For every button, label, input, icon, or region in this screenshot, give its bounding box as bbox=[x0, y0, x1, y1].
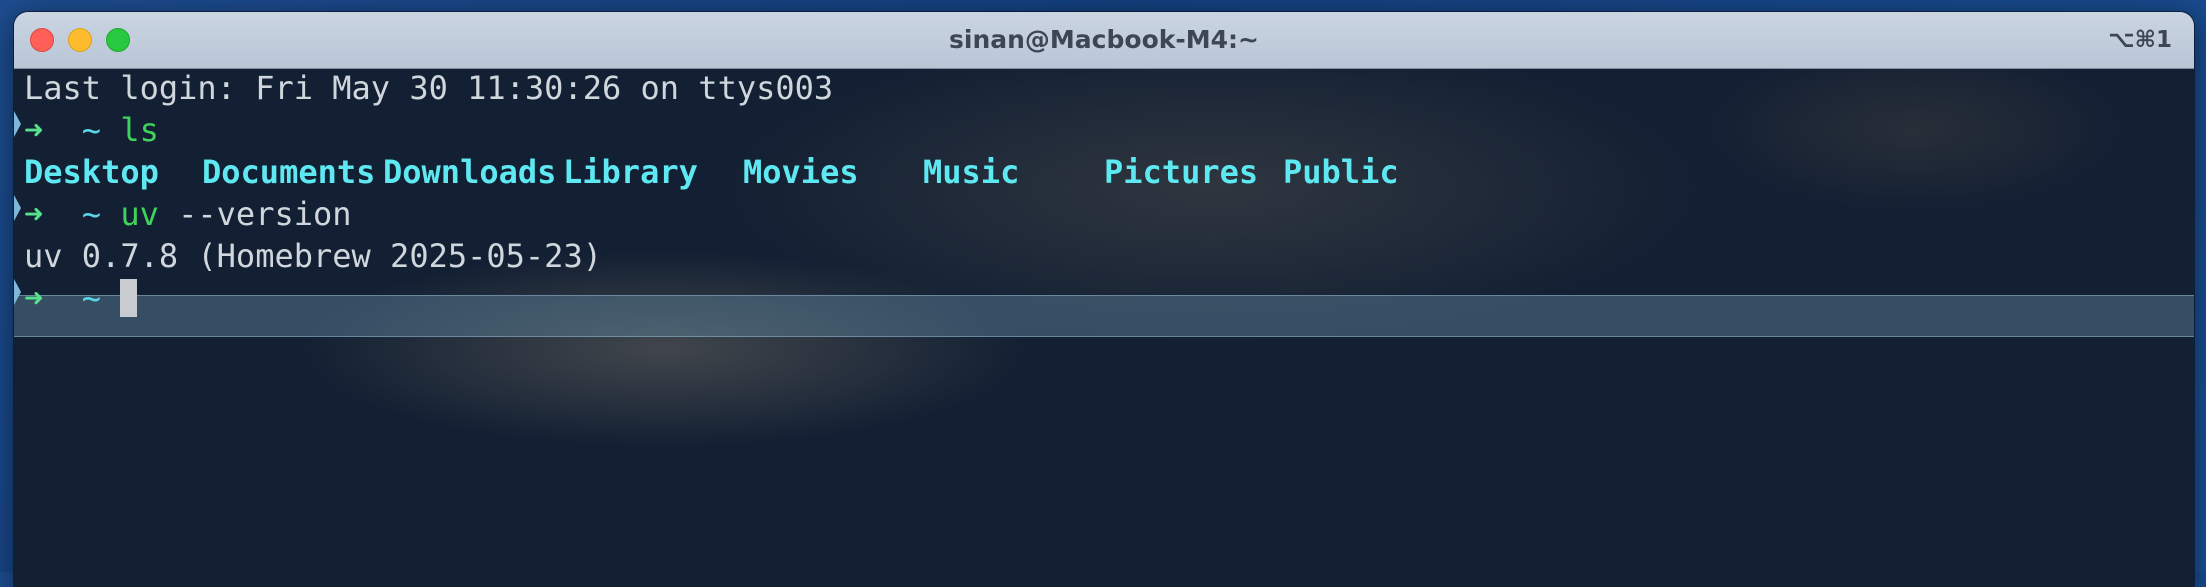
prompt-line: ➜ ~ uv --version bbox=[24, 193, 352, 235]
title-bar[interactable]: sinan@Macbook-M4:~ ⌥⌘1 bbox=[14, 12, 2194, 69]
last-login-line: Last login: Fri May 30 11:30:26 on ttys0… bbox=[24, 69, 834, 107]
dir-entry: Movies bbox=[743, 153, 859, 191]
prompt-arrow-icon: ➜ bbox=[24, 195, 44, 233]
command-text: ls bbox=[120, 111, 159, 149]
terminal-content[interactable]: Last login: Fri May 30 11:30:26 on ttys0… bbox=[14, 69, 2194, 587]
ls-output-line: Desktop Documents Downloads Library Movi… bbox=[24, 151, 1524, 193]
current-line-highlight bbox=[14, 295, 2194, 337]
active-prompt-line[interactable]: ➜ ~ bbox=[24, 277, 138, 319]
prompt-directory: ~ bbox=[81, 279, 102, 317]
dir-entry: Documents bbox=[202, 153, 376, 191]
terminal-window: sinan@Macbook-M4:~ ⌥⌘1 Last login: Fri M… bbox=[14, 12, 2194, 587]
prompt-line: ➜ ~ ls bbox=[24, 109, 159, 151]
uv-version-output: uv 0.7.8 (Homebrew 2025-05-23) bbox=[24, 237, 602, 275]
prompt-directory: ~ bbox=[81, 111, 102, 149]
command-text: uv bbox=[120, 195, 159, 233]
dir-entry: Library bbox=[563, 153, 698, 191]
dir-entry: Public bbox=[1283, 153, 1399, 191]
window-title: sinan@Macbook-M4:~ bbox=[949, 25, 1259, 54]
text-cursor[interactable] bbox=[120, 279, 138, 317]
window-shortcut: ⌥⌘1 bbox=[2108, 27, 2172, 53]
dir-entry: Pictures bbox=[1104, 153, 1259, 191]
prompt-arrow-icon: ➜ bbox=[24, 279, 44, 317]
prompt-arrow-icon: ➜ bbox=[24, 111, 44, 149]
dir-entry: Music bbox=[923, 153, 1020, 191]
command-args: --version bbox=[158, 195, 352, 233]
dir-entry: Downloads bbox=[383, 153, 557, 191]
dir-entry: Desktop bbox=[24, 153, 159, 191]
prompt-mark-icon bbox=[14, 195, 21, 221]
prompt-directory: ~ bbox=[81, 195, 102, 233]
prompt-mark-icon bbox=[14, 111, 21, 137]
